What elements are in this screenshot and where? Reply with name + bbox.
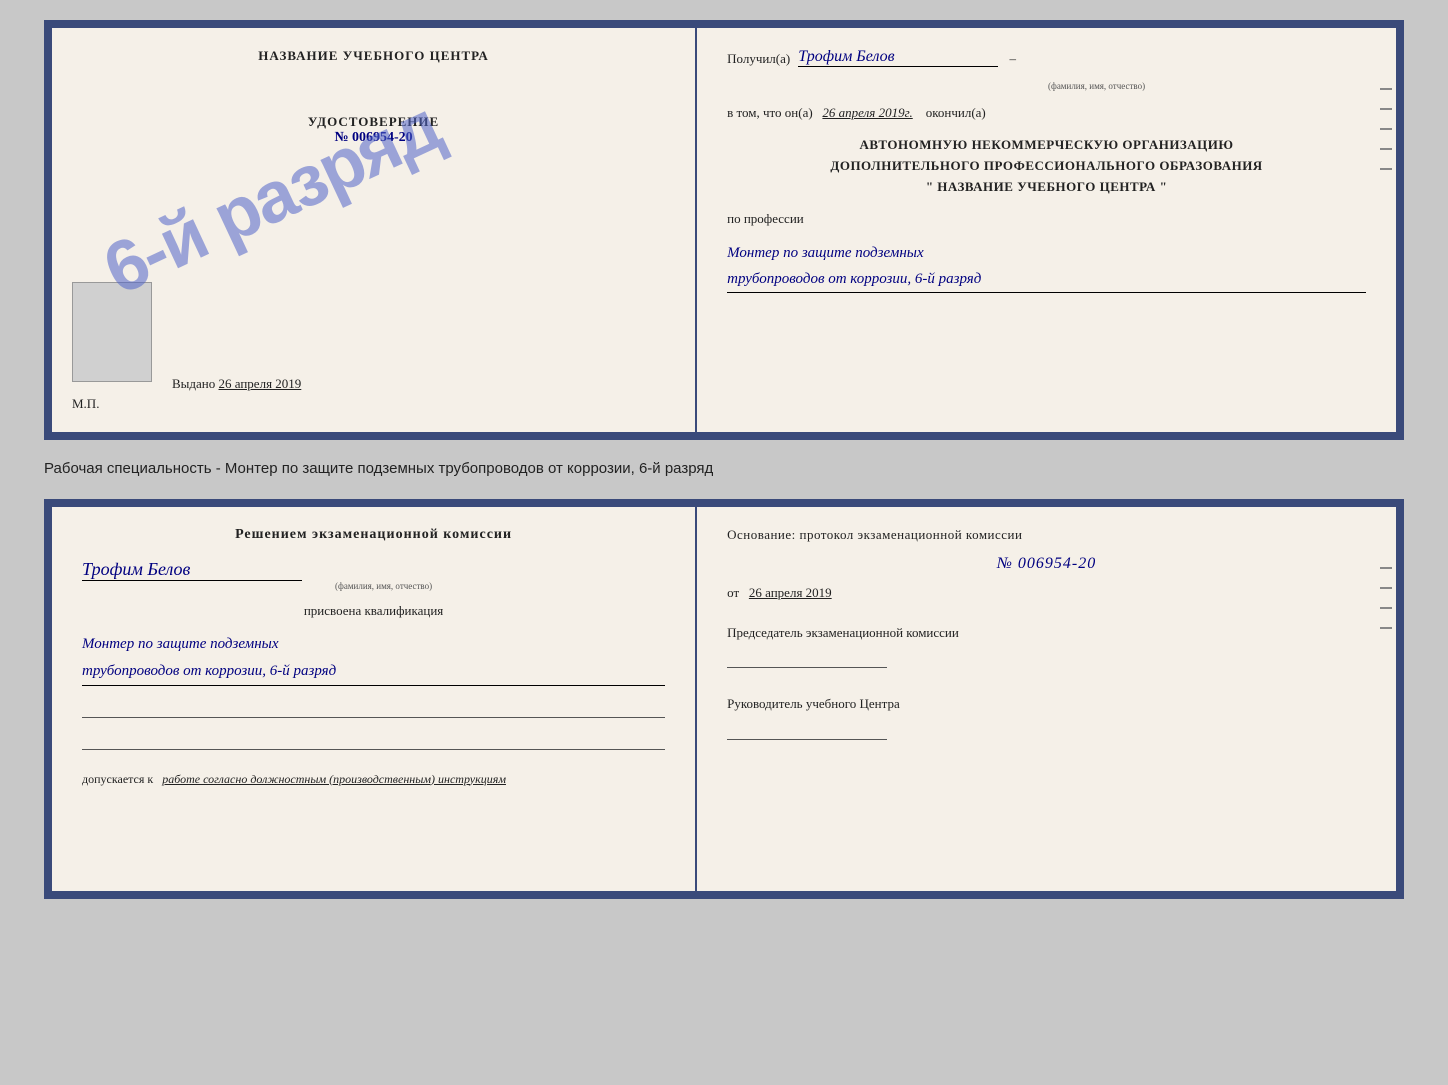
dash1: – [1006, 51, 1016, 67]
org-line1: АВТОНОМНУЮ НЕКОММЕРЧЕСКУЮ ОРГАНИЗАЦИЮ [727, 135, 1366, 156]
qual-line2: трубопроводов от коррозии, 6-й разряд [82, 658, 665, 685]
poluchil-label: Получил(a) [727, 51, 790, 67]
org-line2: ДОПОЛНИТЕЛЬНОГО ПРОФЕССИОНАЛЬНОГО ОБРАЗО… [727, 156, 1366, 177]
profession-value: Монтер по защите подземных трубопроводов… [727, 241, 1366, 293]
profession-line2: трубопроводов от коррозии, 6-й разряд [727, 267, 1366, 293]
recipient-name: Трофим Белов [798, 48, 998, 67]
osnovaniye-title: Основание: протокол экзаменационной коми… [727, 527, 1366, 543]
blank-line-2 [82, 730, 665, 750]
udostoverenie-num: № 006954-20 [308, 130, 439, 146]
rukov-label: Руководитель учебного Центра [727, 694, 1366, 714]
assigned-text: присвоена квалификация [82, 603, 665, 619]
qual-line1: Монтер по защите подземных [82, 631, 665, 658]
edge-mark-5 [1380, 168, 1392, 170]
edge-mark-3 [1380, 128, 1392, 130]
name-block: Трофим Белов (фамилия, имя, отчество) [82, 559, 665, 591]
rukov-block: Руководитель учебного Центра [727, 694, 1366, 740]
bottom-right-edge-marks [1380, 567, 1392, 629]
edge-mark-4 [1380, 148, 1392, 150]
blank-line-1 [82, 698, 665, 718]
ot-date: 26 апреля 2019 [749, 585, 832, 600]
bottom-edge-mark-3 [1380, 607, 1392, 609]
mp-line: М.П. [72, 396, 99, 412]
chairman-sign-line [727, 648, 887, 668]
okonchil-label: окончил(а) [926, 105, 986, 120]
top-certificate: НАЗВАНИЕ УЧЕБНОГО ЦЕНТРА 6-й разряд УДОС… [44, 20, 1404, 440]
bottom-edge-mark-2 [1380, 587, 1392, 589]
name-sublabel: (фамилия, имя, отчество) [335, 581, 432, 591]
recipient-sublabel: (фамилия, имя, отчество) [827, 81, 1366, 91]
date-line: в том, что он(а) 26 апреля 2019г. окончи… [727, 105, 1366, 121]
dopuskaetsya-value: работе согласно должностным (производств… [162, 772, 506, 786]
protocol-num: № 006954-20 [727, 555, 1366, 573]
bottom-edge-mark-4 [1380, 627, 1392, 629]
vtom-label: в том, что он(а) [727, 105, 813, 120]
profession-line1: Монтер по защите подземных [727, 241, 1366, 267]
udostoverenie-block: УДОСТОВЕРЕНИЕ № 006954-20 [308, 114, 439, 146]
bottom-edge-mark-1 [1380, 567, 1392, 569]
vydano-date: 26 апреля 2019 [219, 376, 302, 391]
vydano-line: Выдано 26 апреля 2019 [172, 376, 301, 392]
chairman-label: Председатель экзаменационной комиссии [727, 623, 1366, 643]
decision-title: Решением экзаменационной комиссии [82, 527, 665, 543]
top-cert-right: Получил(a) Трофим Белов – (фамилия, имя,… [697, 28, 1396, 432]
udostoverenie-title: УДОСТОВЕРЕНИЕ [308, 114, 439, 130]
subtitle-text: Рабочая специальность - Монтер по защите… [44, 458, 1404, 481]
vydano-label: Выдано [172, 376, 215, 391]
dopuskaetsya-line: допускается к работе согласно должностны… [82, 772, 665, 787]
edge-mark-2 [1380, 108, 1392, 110]
bottom-cert-right: Основание: протокол экзаменационной коми… [697, 507, 1396, 891]
photo-placeholder [72, 282, 152, 382]
top-cert-title: НАЗВАНИЕ УЧЕБНОГО ЦЕНТРА [258, 48, 489, 64]
ot-label: от [727, 585, 739, 600]
bottom-cert-left: Решением экзаменационной комиссии Трофим… [52, 507, 697, 891]
top-cert-left: НАЗВАНИЕ УЧЕБНОГО ЦЕНТРА 6-й разряд УДОС… [52, 28, 697, 432]
org-name-block: АВТОНОМНУЮ НЕКОММЕРЧЕСКУЮ ОРГАНИЗАЦИЮ ДО… [727, 135, 1366, 197]
chairman-block: Председатель экзаменационной комиссии [727, 623, 1366, 669]
org-line3: " НАЗВАНИЕ УЧЕБНОГО ЦЕНТРА " [727, 177, 1366, 198]
rukov-sign-line [727, 720, 887, 740]
bottom-certificate: Решением экзаменационной комиссии Трофим… [44, 499, 1404, 899]
dopuskaetsya-label: допускается к [82, 772, 153, 786]
date-value: 26 апреля 2019г. [822, 105, 912, 120]
proto-date: от 26 апреля 2019 [727, 585, 1366, 601]
qualification-value: Монтер по защите подземных трубопроводов… [82, 631, 665, 686]
po-professii-label: по профессии [727, 211, 1366, 227]
edge-mark-1 [1380, 88, 1392, 90]
recipient-line: Получил(a) Трофим Белов – [727, 48, 1366, 67]
right-edge-marks [1380, 88, 1392, 170]
name-value: Трофим Белов [82, 559, 302, 581]
